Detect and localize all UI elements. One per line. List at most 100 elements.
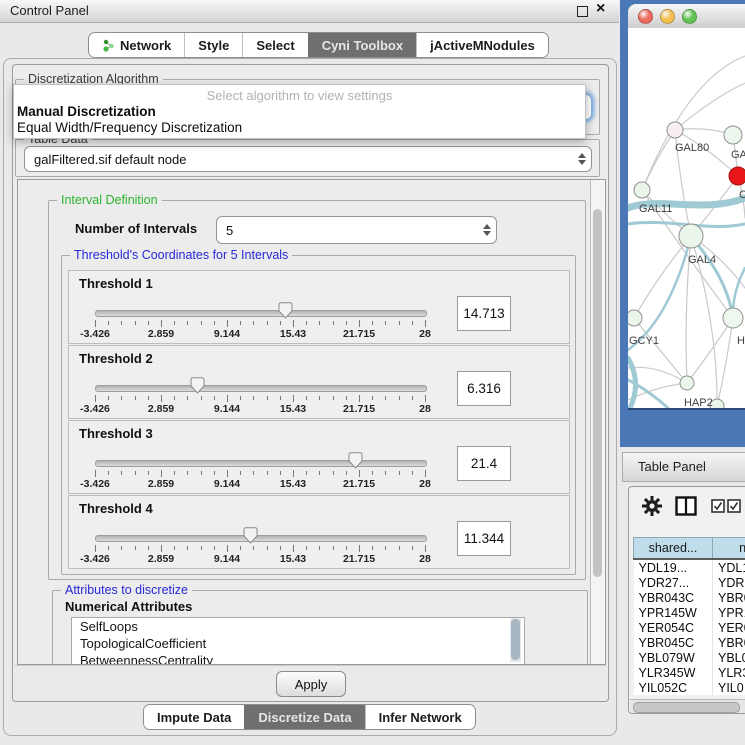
- tick-mark: [385, 321, 386, 325]
- checkbox-icon[interactable]: [711, 499, 725, 513]
- table-row[interactable]: YDR27...YDR2: [634, 575, 745, 590]
- tab-style[interactable]: Style: [184, 33, 242, 57]
- tick-mark: [280, 396, 281, 400]
- network-node[interactable]: [667, 122, 683, 138]
- threshold-value-field[interactable]: 14.713: [457, 296, 511, 331]
- network-node[interactable]: [680, 376, 694, 390]
- columns-icon[interactable]: [675, 496, 697, 516]
- tick-mark: [95, 320, 96, 327]
- tick-mark: [412, 396, 413, 400]
- table-horizontal-scrollbar[interactable]: [630, 699, 745, 713]
- spinner-stepper-icon[interactable]: [478, 224, 496, 236]
- table-cell: YDR2: [713, 575, 745, 590]
- scrollbar-thumb[interactable]: [633, 702, 740, 713]
- tab-cyni-toolbox[interactable]: Cyni Toolbox: [308, 33, 416, 57]
- table-row[interactable]: YBR043CYBR0: [634, 590, 745, 605]
- column-header[interactable]: shared...: [634, 538, 713, 560]
- combo-stepper-icon[interactable]: [573, 153, 591, 165]
- float-window-icon[interactable]: [577, 6, 588, 17]
- table-panel-title: Table Panel: [638, 459, 706, 474]
- close-icon[interactable]: ×: [596, 0, 605, 18]
- slider-track[interactable]: [95, 535, 427, 542]
- minimize-traffic-light-icon[interactable]: [660, 9, 675, 24]
- attribute-list-item[interactable]: TopologicalCoefficient: [72, 635, 524, 652]
- tab-network[interactable]: Network: [89, 33, 184, 57]
- gear-icon[interactable]: [641, 495, 663, 517]
- tick-mark: [306, 471, 307, 475]
- tick-mark: [121, 471, 122, 475]
- threshold-value-field[interactable]: 6.316: [457, 371, 511, 406]
- network-node[interactable]: [628, 310, 642, 326]
- tick-label: 28: [419, 553, 431, 565]
- zoom-traffic-light-icon[interactable]: [682, 9, 697, 24]
- table-row[interactable]: YER054CYER0: [634, 620, 745, 635]
- table-cell: YBR043C: [634, 590, 713, 605]
- slider-thumb[interactable]: [278, 302, 293, 319]
- tab-select[interactable]: Select: [242, 33, 307, 57]
- numerical-attributes-list[interactable]: SelfLoopsTopologicalCoefficientBetweenne…: [71, 617, 525, 665]
- network-edge[interactable]: [717, 318, 733, 406]
- tick-mark: [267, 396, 268, 400]
- network-canvas[interactable]: GAL80GACGAL11GAL4GCY1HHAP2: [628, 28, 745, 410]
- table-row[interactable]: YLR345WYLR3: [634, 665, 745, 680]
- tick-mark: [161, 545, 162, 552]
- network-edge[interactable]: [634, 318, 687, 383]
- tick-mark: [385, 396, 386, 400]
- bottom-tab-infer-network[interactable]: Infer Network: [365, 705, 475, 729]
- table-data-combobox[interactable]: galFiltered.sif default node: [24, 146, 592, 172]
- dropdown-option[interactable]: Equal Width/Frequency Discretization: [17, 120, 242, 135]
- attributes-group-title: Attributes to discretize: [61, 583, 192, 597]
- bottom-tab-discretize-data[interactable]: Discretize Data: [244, 705, 364, 729]
- table-row[interactable]: YBR045CYBR0: [634, 635, 745, 650]
- apply-button[interactable]: Apply: [276, 671, 346, 697]
- tab-label: Impute Data: [157, 710, 231, 725]
- tab-jactivemnodules[interactable]: jActiveMNodules: [416, 33, 548, 57]
- slider-thumb[interactable]: [190, 377, 205, 394]
- checkbox-icon[interactable]: [727, 499, 741, 513]
- network-edge[interactable]: [642, 130, 675, 190]
- tick-label: 9.144: [214, 478, 240, 490]
- slider-track[interactable]: [95, 310, 427, 317]
- threshold-row: Threshold 4-3.4262.8599.14415.4321.71528…: [68, 495, 570, 569]
- slider-track[interactable]: [95, 385, 427, 392]
- attribute-list-scrollbar[interactable]: [510, 618, 521, 662]
- network-edge[interactable]: [687, 318, 733, 383]
- settings-vertical-scrollbar[interactable]: [590, 180, 605, 664]
- slider-track[interactable]: [95, 460, 427, 467]
- attribute-list-item[interactable]: SelfLoops: [72, 618, 524, 635]
- bottom-tab-impute-data[interactable]: Impute Data: [144, 705, 244, 729]
- network-edge[interactable]: [691, 236, 733, 318]
- close-traffic-light-icon[interactable]: [638, 9, 653, 24]
- network-node[interactable]: [729, 167, 745, 185]
- threshold-value-field[interactable]: 21.4: [457, 446, 511, 481]
- network-node[interactable]: [723, 308, 743, 328]
- table-cell: YER0: [713, 620, 745, 635]
- network-edge[interactable]: [675, 83, 745, 130]
- table-row[interactable]: YBL079WYBL0: [634, 650, 745, 665]
- network-edge[interactable]: [628, 236, 691, 350]
- network-node[interactable]: [634, 182, 650, 198]
- threshold-value-field[interactable]: 11.344: [457, 521, 511, 556]
- network-edge[interactable]: [642, 56, 745, 190]
- scrollbar-thumb[interactable]: [593, 209, 602, 577]
- tick-mark: [148, 546, 149, 550]
- dropdown-option[interactable]: Manual Discretization: [17, 104, 156, 119]
- tick-mark: [174, 471, 175, 475]
- attribute-list-item[interactable]: BetweennessCentrality: [72, 652, 524, 665]
- table-row[interactable]: YDL19...YDL1: [634, 559, 745, 575]
- tick-mark: [425, 470, 426, 477]
- table-row[interactable]: YPR145WYPR1: [634, 605, 745, 620]
- slider-thumb[interactable]: [348, 452, 363, 469]
- tick-mark: [399, 546, 400, 550]
- tick-labels: -3.4262.8599.14415.4321.71528: [95, 403, 425, 415]
- tick-mark: [253, 471, 254, 475]
- node-attribute-table[interactable]: shared...naYDL19...YDL1YDR27...YDR2YBR04…: [633, 537, 745, 695]
- number-of-intervals-spinner[interactable]: 5: [216, 216, 497, 244]
- slider-thumb[interactable]: [243, 527, 258, 544]
- node-label: H: [737, 335, 745, 347]
- network-node[interactable]: [724, 126, 742, 144]
- table-row[interactable]: YIL052CYIL0: [634, 680, 745, 695]
- network-window-titlebar[interactable]: [628, 4, 745, 29]
- column-header[interactable]: na: [713, 538, 745, 560]
- network-node[interactable]: [679, 224, 703, 248]
